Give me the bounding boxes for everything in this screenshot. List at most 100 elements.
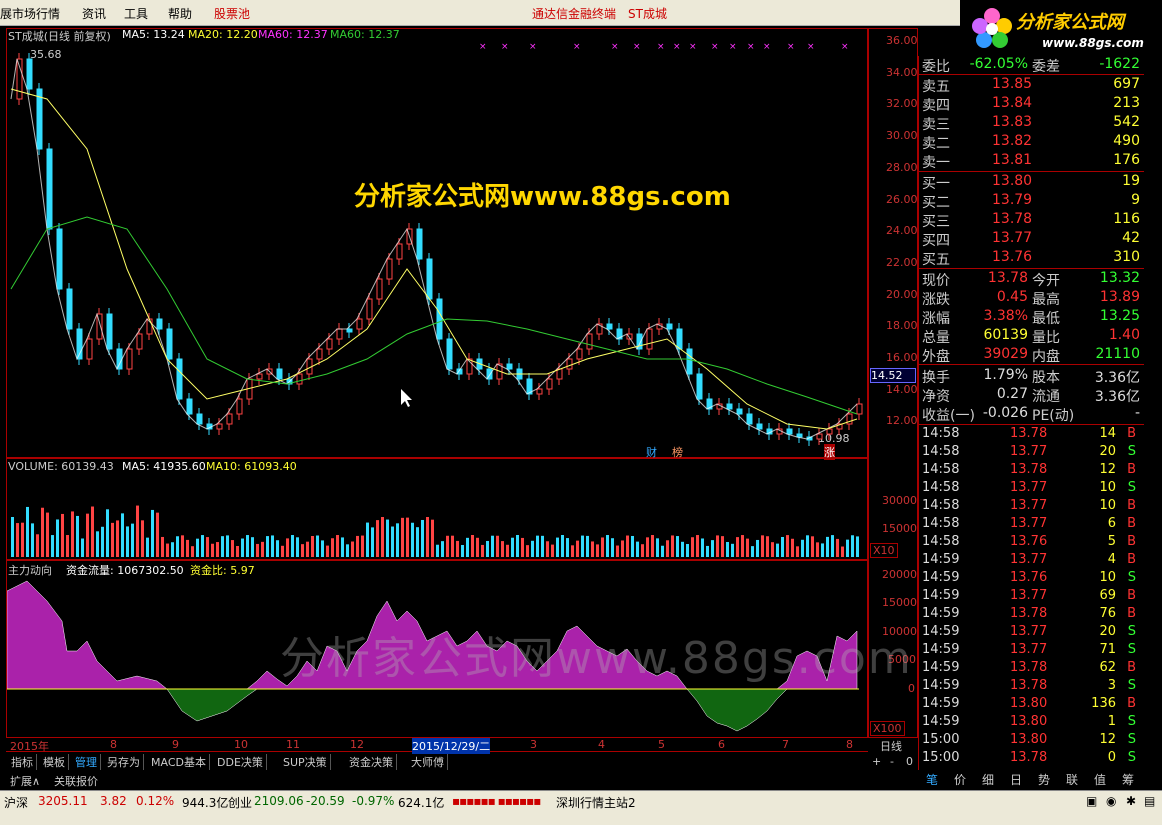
indicator-tab[interactable]: 资金决策 xyxy=(346,754,397,770)
volume-bar xyxy=(611,538,614,557)
tick-side: B xyxy=(1127,462,1136,477)
volume-bar xyxy=(256,543,259,557)
trade-tick-row[interactable]: 15:00 13.80 12 S xyxy=(918,732,1144,750)
indicator-tab[interactable]: DDE决策 xyxy=(214,754,267,770)
tick-volume: 10 xyxy=(1099,480,1116,495)
price-tick: 12.00 xyxy=(886,414,918,428)
bid-row[interactable]: 买四 13.77 42 xyxy=(918,230,1144,249)
price-tick: 30.00 xyxy=(886,129,918,143)
menu-market[interactable]: 展市场行情 xyxy=(0,5,60,22)
marker-limit-up[interactable]: 涨 xyxy=(824,444,835,460)
ask-row[interactable]: 卖五 13.85 697 xyxy=(918,76,1144,95)
trade-tick-row[interactable]: 14:59 13.80 136 B xyxy=(918,696,1144,714)
trade-tick-row[interactable]: 14:59 13.80 1 S xyxy=(918,714,1144,732)
menu-stock-pool[interactable]: 股票池 xyxy=(214,5,250,22)
tick-side: S xyxy=(1127,570,1136,585)
volume-bar xyxy=(571,545,574,557)
quote-panel-tab[interactable]: 筹 xyxy=(1122,771,1134,788)
bid-price: 13.78 xyxy=(992,211,1033,227)
tab-related-quotes[interactable]: 关联报价 xyxy=(54,773,98,789)
ask-row[interactable]: 卖三 13.83 542 xyxy=(918,114,1144,133)
volume-bar xyxy=(721,536,724,557)
zoom-reset-button[interactable]: 0 xyxy=(906,755,913,768)
indicator-tab[interactable]: 管理 xyxy=(72,754,101,770)
period-label[interactable]: 日线 xyxy=(880,738,902,754)
tick-time: 14:58 xyxy=(922,462,960,477)
bid-row[interactable]: 买五 13.76 310 xyxy=(918,249,1144,268)
status-icon-3[interactable]: ✱ xyxy=(1126,794,1136,808)
trade-tick-row[interactable]: 14:59 13.77 71 S xyxy=(918,642,1144,660)
ask-row[interactable]: 卖一 13.81 176 xyxy=(918,152,1144,171)
volume-bar xyxy=(276,540,279,557)
finance-key: 收益(一) xyxy=(922,408,975,424)
menu-help[interactable]: 帮助 xyxy=(168,5,192,22)
quote-panel-tab[interactable]: 日 xyxy=(1010,771,1022,788)
marker-rank[interactable]: 榜 xyxy=(672,444,683,460)
quote-panel-tab[interactable]: 联 xyxy=(1066,771,1078,788)
tick-side: B xyxy=(1127,606,1136,621)
trade-tick-row[interactable]: 14:59 13.76 10 S xyxy=(918,570,1144,588)
trade-tick-row[interactable]: 14:58 13.78 12 B xyxy=(918,462,1144,480)
quote-panel-tab[interactable]: 细 xyxy=(982,771,994,788)
volume-bar xyxy=(161,536,164,557)
trade-tick-row[interactable]: 14:58 13.77 20 S xyxy=(918,444,1144,462)
x-axis-label: 2015年 xyxy=(10,740,49,753)
menu-news[interactable]: 资讯 xyxy=(82,5,106,22)
indicator-tab[interactable]: 另存为 xyxy=(104,754,144,770)
volume-bar xyxy=(371,527,374,557)
trade-tick-row[interactable]: 14:58 13.77 6 B xyxy=(918,516,1144,534)
ask-row[interactable]: 卖四 13.84 213 xyxy=(918,95,1144,114)
indicator-tab[interactable]: SUP决策 xyxy=(280,754,331,770)
volume-bar xyxy=(566,538,569,557)
trade-tick-row[interactable]: 15:00 13.78 0 S xyxy=(918,750,1144,768)
quote-panel-tab[interactable]: 价 xyxy=(954,771,966,788)
price-chart[interactable]: × × × × × × × × × × × × × × × × xyxy=(7,29,867,457)
volume-bar xyxy=(766,536,769,557)
indicator-tab[interactable]: MACD基本 xyxy=(148,754,210,770)
ask-label: 卖四 xyxy=(922,98,950,114)
trade-tick-row[interactable]: 14:58 13.76 5 B xyxy=(918,534,1144,552)
volume-bar xyxy=(216,542,219,557)
trade-tick-row[interactable]: 14:59 13.77 69 B xyxy=(918,588,1144,606)
panel-divider xyxy=(918,171,1144,172)
bid-row[interactable]: 买二 13.79 9 xyxy=(918,192,1144,211)
finance-row: 换手 1.79% 股本 3.36亿 xyxy=(918,367,1144,386)
volume-bar xyxy=(326,545,329,557)
indicator-tab[interactable]: 指标 xyxy=(8,754,37,770)
status-cy-amount: 624.1亿 xyxy=(398,796,445,810)
tick-price: 13.77 xyxy=(1010,480,1048,495)
indicator-tab[interactable]: 模板 xyxy=(40,754,69,770)
tab-extend[interactable]: 扩展∧ xyxy=(10,773,40,789)
quote-panel-tab[interactable]: 笔 xyxy=(926,771,938,788)
quote-panel-tab[interactable]: 势 xyxy=(1038,771,1050,788)
trade-tick-row[interactable]: 14:59 13.78 3 S xyxy=(918,678,1144,696)
trade-tick-row[interactable]: 14:58 13.77 10 B xyxy=(918,498,1144,516)
quote-panel-tab[interactable]: 值 xyxy=(1094,771,1106,788)
volume-bar xyxy=(701,538,704,557)
trade-tick-row[interactable]: 14:58 13.78 14 B xyxy=(918,426,1144,444)
menu-tools[interactable]: 工具 xyxy=(124,5,148,22)
quote-key: 涨幅 xyxy=(922,311,950,327)
volume-bar xyxy=(306,541,309,557)
bid-row[interactable]: 买三 13.78 116 xyxy=(918,211,1144,230)
status-icon-1[interactable]: ▣ xyxy=(1086,794,1097,808)
status-server[interactable]: 深圳行情主站2 xyxy=(556,794,636,811)
tick-volume: 20 xyxy=(1099,444,1116,459)
trade-tick-row[interactable]: 14:59 13.77 4 B xyxy=(918,552,1144,570)
zoom-in-button[interactable]: + xyxy=(872,755,881,768)
status-icon-4[interactable]: ▤ xyxy=(1144,794,1155,808)
volume-bar xyxy=(716,535,719,557)
zoom-out-button[interactable]: - xyxy=(890,755,894,768)
status-icon-2[interactable]: ◉ xyxy=(1106,794,1116,808)
volume-bar xyxy=(341,537,344,557)
trade-tick-row[interactable]: 14:59 13.77 20 S xyxy=(918,624,1144,642)
volume-chart[interactable] xyxy=(7,459,867,559)
marker-finance[interactable]: 财 xyxy=(646,444,657,460)
indicator-tab[interactable]: 大师傅 xyxy=(408,754,448,770)
trade-tick-row[interactable]: 14:59 13.78 62 B xyxy=(918,660,1144,678)
ask-row[interactable]: 卖二 13.82 490 xyxy=(918,133,1144,152)
trade-tick-row[interactable]: 14:58 13.77 10 S xyxy=(918,480,1144,498)
signal-marker-icon: × xyxy=(729,42,737,52)
trade-tick-row[interactable]: 14:59 13.78 76 B xyxy=(918,606,1144,624)
bid-row[interactable]: 买一 13.80 19 xyxy=(918,173,1144,192)
